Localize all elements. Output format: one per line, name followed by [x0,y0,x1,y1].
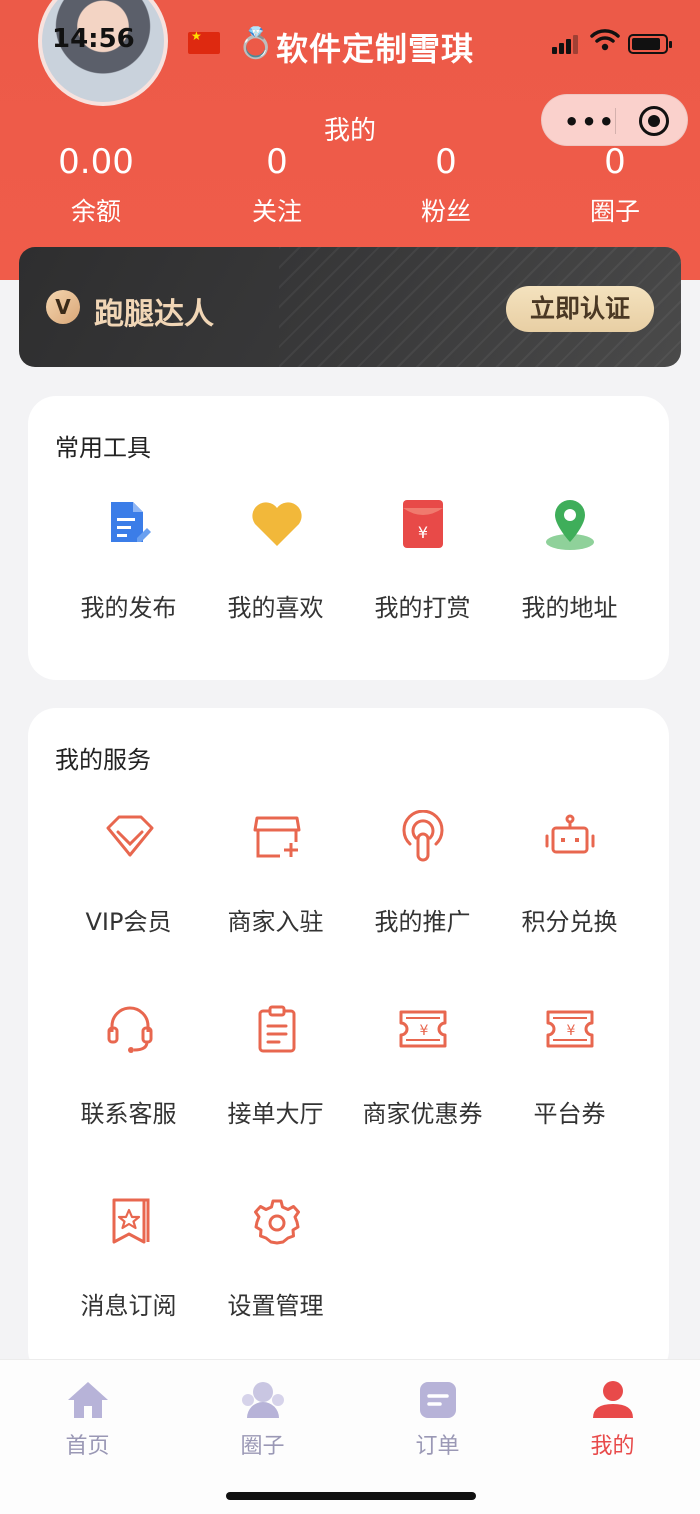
vip-card-title: 跑腿达人 [94,297,214,332]
stat-value: 0 [435,142,457,182]
tool-my-address[interactable]: 我的地址 [496,496,643,636]
headset-icon [107,1006,153,1053]
service-label: 商家入驻 [227,908,324,936]
my-services-card: 我的服务 VIP会员 商家入驻 我的推广 积分兑换 联系客服 接单大厅 ¥ 商家… [28,708,669,1378]
service-vip[interactable]: VIP会员 [55,808,202,948]
stat-circles[interactable]: 0 圈子 [545,142,685,228]
bottom-tab-bar: 首页 圈子 订单 我的 [0,1359,700,1514]
tab-label: 圈子 [240,1434,285,1459]
storefront-icon [253,816,301,858]
stat-label: 余额 [70,197,121,226]
tab-mine[interactable]: 我的 [525,1360,700,1460]
wifi-icon [590,29,620,51]
service-merchant-join[interactable]: 商家入驻 [202,808,349,948]
stat-value: 0 [266,142,288,182]
user-icon [593,1381,633,1418]
service-label: 消息订阅 [80,1292,177,1320]
home-indicator [226,1492,476,1500]
service-label: 联系客服 [80,1100,177,1128]
broadcast-icon [402,810,444,862]
order-icon [420,1382,456,1418]
common-tools-card: 常用工具 我的发布 我的喜欢 ¥ 我的打赏 我的地址 [28,396,669,680]
tool-label: 我的地址 [521,594,618,622]
service-label: 接单大厅 [227,1100,324,1128]
svg-text:¥: ¥ [567,1023,576,1039]
tool-label: 我的打赏 [374,594,471,622]
coupon-icon: ¥ [546,1010,594,1048]
service-points-exchange[interactable]: 积分兑换 [496,808,643,948]
gear-icon [254,1199,300,1245]
stat-value: 0 [604,142,626,182]
group-icon [242,1382,284,1418]
service-label: VIP会员 [85,908,172,936]
china-flag-icon [188,29,220,54]
service-label: 积分兑换 [521,908,618,936]
tab-label: 首页 [65,1434,110,1459]
tool-label: 我的发布 [80,594,177,622]
service-label: 平台券 [533,1100,606,1128]
section-title: 常用工具 [55,434,151,462]
tab-circles[interactable]: 圈子 [175,1360,350,1460]
location-pin-icon [546,500,594,550]
tab-home[interactable]: 首页 [0,1360,175,1460]
stat-fans[interactable]: 0 粉丝 [376,142,516,228]
red-envelope-icon: ¥ [403,500,443,548]
service-platform-coupon[interactable]: ¥ 平台券 [496,1000,643,1140]
tab-orders[interactable]: 订单 [350,1360,525,1460]
stat-label: 关注 [251,197,302,226]
service-label: 设置管理 [227,1292,324,1320]
service-my-promotion[interactable]: 我的推广 [349,808,496,948]
stat-label: 圈子 [589,197,640,226]
battery-icon [628,34,672,54]
runner-vip-card: V 跑腿达人 立即认证 [19,247,681,367]
stat-following[interactable]: 0 关注 [207,142,347,228]
tool-my-likes[interactable]: 我的喜欢 [202,496,349,636]
section-title: 我的服务 [55,746,151,774]
service-merchant-coupon[interactable]: ¥ 商家优惠券 [349,1000,496,1140]
diamond-icon [106,815,154,857]
clipboard-icon [258,1005,296,1053]
vip-badge-icon: V [46,290,80,324]
stat-value: 0.00 [58,142,134,182]
ring-icon: 💍 [237,26,275,61]
heart-icon [252,502,302,546]
service-label: 商家优惠券 [362,1100,483,1128]
service-message-subscription[interactable]: 消息订阅 [55,1192,202,1332]
tab-label: 订单 [415,1434,460,1459]
tool-label: 我的喜欢 [227,594,324,622]
svg-text:¥: ¥ [418,523,428,542]
service-customer-support[interactable]: 联系客服 [55,1000,202,1140]
document-edit-icon [111,502,151,542]
tool-my-posts[interactable]: 我的发布 [55,496,202,636]
stat-balance[interactable]: 0.00 余额 [26,142,166,228]
status-time: 14:56 [52,24,135,54]
verify-now-button[interactable]: 立即认证 [506,286,654,332]
bookmark-star-icon [112,1198,150,1244]
service-order-hall[interactable]: 接单大厅 [202,1000,349,1140]
coupon-icon: ¥ [399,1010,447,1048]
status-carrier-title: 软件定制雪琪 [276,30,475,68]
home-icon [68,1382,108,1418]
robot-icon [545,814,595,854]
tab-label: 我的 [590,1434,635,1459]
cellular-signal-icon [552,34,580,54]
svg-text:¥: ¥ [420,1023,429,1039]
stat-label: 粉丝 [420,197,471,226]
tool-my-rewards[interactable]: ¥ 我的打赏 [349,496,496,636]
service-settings[interactable]: 设置管理 [202,1192,349,1332]
service-label: 我的推广 [374,908,471,936]
